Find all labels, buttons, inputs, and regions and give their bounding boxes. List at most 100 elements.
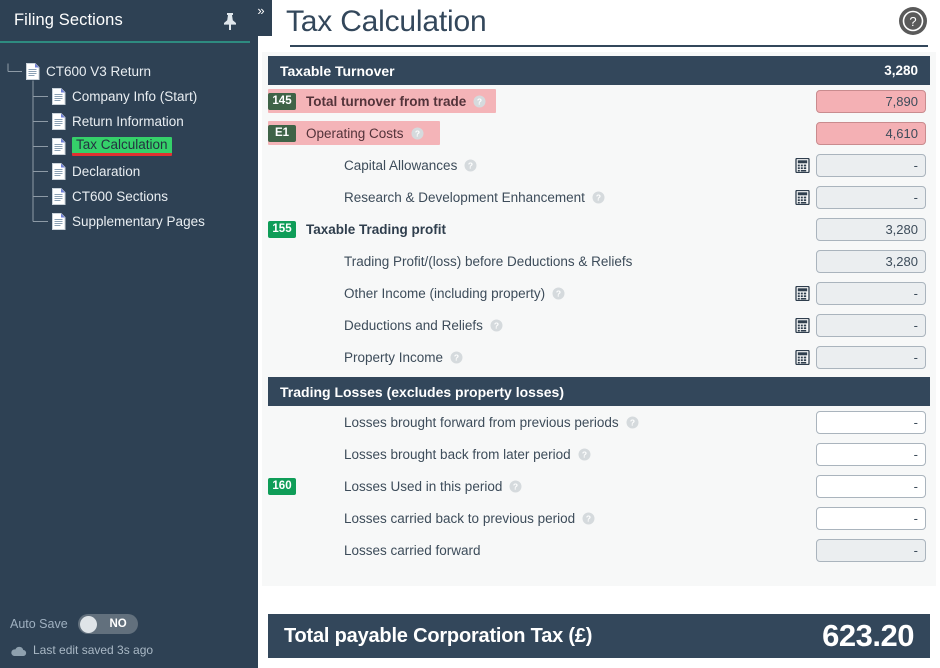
calculator-icon[interactable]: [795, 189, 810, 205]
box-number-badge: 160: [268, 477, 296, 495]
amount-value: -: [913, 414, 918, 430]
help-icon[interactable]: ?: [626, 416, 639, 429]
help-icon[interactable]: ?: [473, 95, 486, 108]
amount-input[interactable]: -: [816, 345, 926, 369]
row-label-text: Losses carried forward: [344, 542, 481, 558]
amount-value: -: [913, 446, 918, 462]
chevron-double-right-icon[interactable]: »: [250, 0, 272, 36]
amount-value: -: [913, 285, 918, 301]
calculator-icon[interactable]: [795, 317, 810, 333]
row-label: Other Income (including property)?: [344, 286, 565, 301]
svg-text:?: ?: [630, 417, 635, 427]
section-title: Taxable Turnover: [280, 62, 395, 79]
section-header-trading-losses: Trading Losses (excludes property losses…: [268, 377, 930, 406]
amount-input[interactable]: -: [816, 474, 926, 498]
amount-value: 4,610: [885, 125, 918, 141]
amount-input[interactable]: -: [816, 538, 926, 562]
amount-input[interactable]: 7,890: [816, 89, 926, 113]
row-label: Losses carried forward: [344, 543, 481, 558]
sidebar-item-declaration[interactable]: Declaration: [0, 159, 250, 184]
amount-input[interactable]: -: [816, 185, 926, 209]
form-row: Trading Profit/(loss) before Deductions …: [262, 245, 936, 277]
amount-input[interactable]: -: [816, 506, 926, 530]
form-row: Losses carried back to previous period? -: [262, 502, 936, 534]
row-label: Operating Costs?: [306, 126, 424, 141]
pin-icon[interactable]: [220, 11, 240, 31]
help-icon[interactable]: ?: [582, 512, 595, 525]
box-number-badge: E1: [268, 124, 296, 142]
calculator-icon[interactable]: [795, 349, 810, 365]
total-payable-value: 623.20: [822, 618, 914, 653]
help-icon[interactable]: ?: [592, 191, 605, 204]
cloud-icon: [10, 644, 27, 657]
help-icon[interactable]: ?: [578, 448, 591, 461]
auto-save-toggle[interactable]: NO: [77, 614, 138, 634]
form-row: Deductions and Reliefs? -: [262, 309, 936, 341]
amount-input[interactable]: -: [816, 410, 926, 434]
amount-value: 3,280: [885, 221, 918, 237]
sidebar-item-label: CT600 Sections: [72, 188, 169, 204]
auto-save-row: Auto Save NO: [10, 611, 250, 637]
help-icon[interactable]: ?: [450, 351, 463, 364]
document-icon: [52, 163, 66, 180]
row-label: Deductions and Reliefs?: [344, 318, 503, 333]
calculator-icon[interactable]: [795, 285, 810, 301]
form-row: Property Income? -: [262, 341, 936, 373]
sidebar-item-company-info-start[interactable]: Company Info (Start): [0, 84, 250, 109]
sidebar-item-tax-calculation[interactable]: Tax Calculation: [0, 134, 250, 159]
total-payable-bar: Total payable Corporation Tax (£) 623.20: [268, 614, 930, 658]
tax-calculation-form: Taxable Turnover 3,280 145 Total turnover f…: [262, 52, 936, 586]
page-header: Tax Calculation ?: [258, 0, 940, 49]
amount-input[interactable]: -: [816, 281, 926, 305]
sidebar-item-ct600-sections[interactable]: CT600 Sections: [0, 184, 250, 209]
amount-input[interactable]: 4,610: [816, 121, 926, 145]
sidebar-item-label: Tax Calculation: [72, 136, 172, 157]
last-saved-row: Last edit saved 3s ago: [10, 640, 250, 660]
filing-sections-sidebar: Filing Sections CT600 V3 Return Company I…: [0, 0, 250, 668]
sidebar-item-return-information[interactable]: Return Information: [0, 109, 250, 134]
help-icon[interactable]: ?: [509, 480, 522, 493]
amount-input[interactable]: -: [816, 313, 926, 337]
page-title: Tax Calculation: [286, 5, 487, 38]
form-row: E1 Operating Costs? 4,610: [262, 117, 936, 149]
svg-text:?: ?: [556, 288, 561, 298]
form-row: 155 Taxable Trading profit 3,280: [262, 213, 936, 245]
help-icon[interactable]: ?: [464, 159, 477, 172]
amount-input[interactable]: 3,280: [816, 217, 926, 241]
form-row: Losses carried forward -: [262, 534, 936, 566]
amount-value: 7,890: [885, 93, 918, 109]
row-label: Losses brought back from later period?: [344, 447, 591, 462]
sidebar-item-supplementary-pages[interactable]: Supplementary Pages: [0, 209, 250, 234]
row-label: Property Income?: [344, 350, 463, 365]
sidebar-item-label: Return Information: [72, 113, 184, 129]
row-label: Losses brought forward from previous per…: [344, 415, 639, 430]
svg-text:?: ?: [909, 14, 916, 29]
sidebar-item-ct600-v3-return[interactable]: CT600 V3 Return: [0, 59, 250, 84]
help-circle-icon[interactable]: ?: [896, 4, 930, 38]
form-row: Losses brought back from later period? -: [262, 438, 936, 470]
sidebar-header: Filing Sections: [0, 0, 250, 43]
amount-value: -: [913, 510, 918, 526]
svg-text:?: ?: [586, 513, 591, 523]
filing-sections-tree: CT600 V3 Return Company Info (Start) Retur…: [0, 43, 250, 611]
amount-input[interactable]: -: [816, 153, 926, 177]
amount-input[interactable]: 3,280: [816, 249, 926, 273]
section-total: 3,280: [884, 63, 918, 78]
sidebar-footer: Auto Save NO Last edit saved 3s ago: [0, 611, 250, 668]
panel-rail: [250, 0, 258, 668]
box-number-badge: 145: [268, 92, 296, 110]
svg-text:?: ?: [468, 160, 473, 170]
amount-value: -: [913, 542, 918, 558]
help-icon[interactable]: ?: [411, 127, 424, 140]
document-icon: [26, 63, 40, 80]
help-icon[interactable]: ?: [552, 287, 565, 300]
calculator-icon[interactable]: [795, 157, 810, 173]
amount-input[interactable]: -: [816, 442, 926, 466]
sidebar-title: Filing Sections: [14, 11, 123, 29]
amount-value: 3,280: [885, 253, 918, 269]
form-row: 145 Total turnover from trade? 7,890: [262, 85, 936, 117]
amount-value: -: [913, 317, 918, 333]
toggle-knob: [79, 615, 97, 633]
row-label: Research & Development Enhancement?: [344, 190, 605, 205]
help-icon[interactable]: ?: [490, 319, 503, 332]
